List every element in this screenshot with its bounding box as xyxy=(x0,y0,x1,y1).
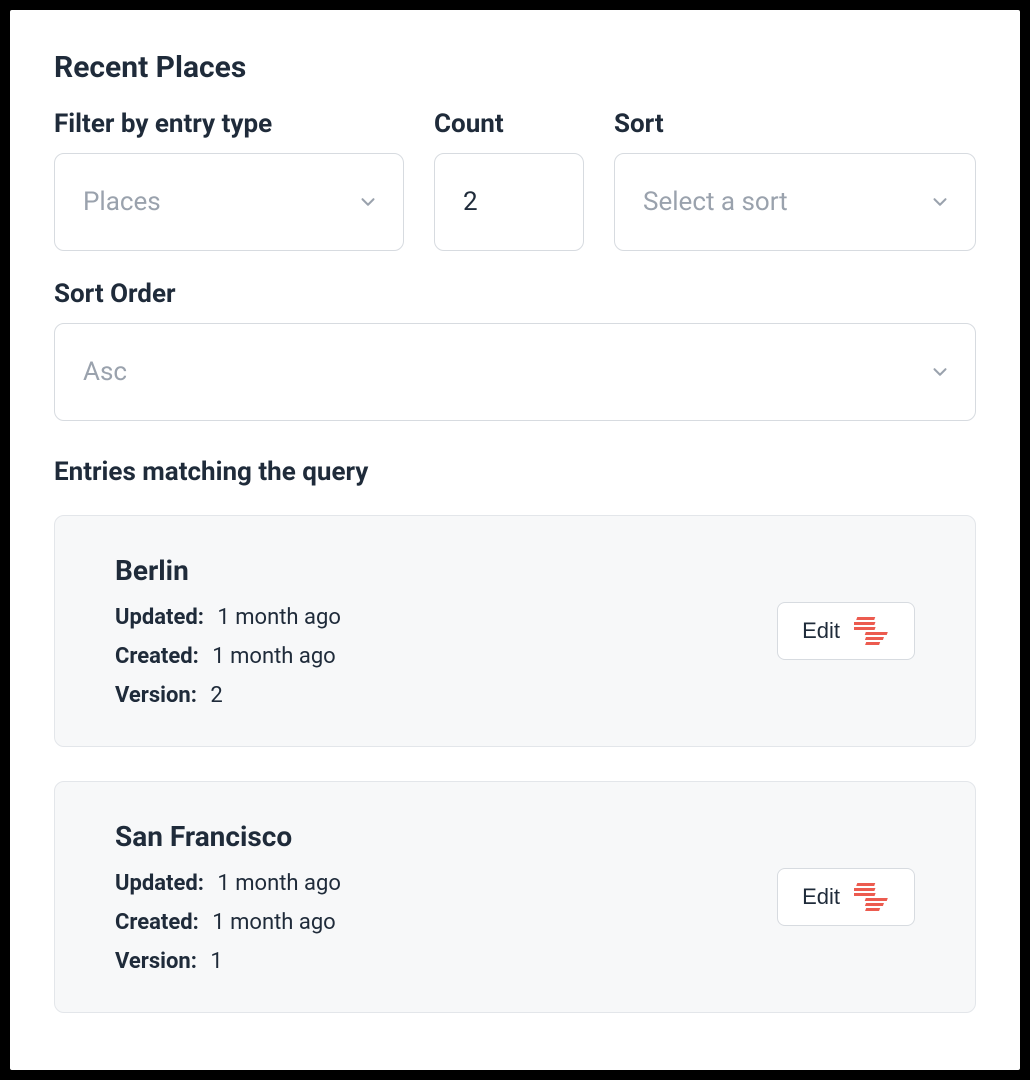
edit-label: Edit xyxy=(802,884,840,910)
sort-order-value: Asc xyxy=(83,357,127,387)
entry-updated: Updated: 1 month ago xyxy=(115,871,777,896)
version-value: 2 xyxy=(210,683,222,708)
entry-version: Version: 2 xyxy=(115,683,777,708)
created-label: Created: xyxy=(115,644,199,669)
sanity-logo-icon xyxy=(854,881,894,913)
updated-value: 1 month ago xyxy=(217,871,340,896)
version-value: 1 xyxy=(210,949,222,974)
page-title: Recent Places xyxy=(54,50,976,85)
filter-entry-type-label: Filter by entry type xyxy=(54,109,404,139)
updated-label: Updated: xyxy=(115,605,204,630)
entry-card: San Francisco Updated: 1 month ago Creat… xyxy=(54,781,976,1013)
updated-value: 1 month ago xyxy=(217,605,340,630)
sort-value: Select a sort xyxy=(643,187,788,217)
count-value: 2 xyxy=(463,187,478,217)
count-input[interactable]: 2 xyxy=(434,153,584,251)
entry-title: Berlin xyxy=(115,554,777,587)
entry-created: Created: 1 month ago xyxy=(115,910,777,935)
sort-order-select[interactable]: Asc xyxy=(54,323,976,421)
entry-type-select[interactable]: Places xyxy=(54,153,404,251)
entry-version: Version: 1 xyxy=(115,949,777,974)
filters-row: Filter by entry type Places Count 2 Sort… xyxy=(54,109,976,251)
entry-type-value: Places xyxy=(83,187,161,217)
entry-created: Created: 1 month ago xyxy=(115,644,777,669)
edit-label: Edit xyxy=(802,618,840,644)
created-value: 1 month ago xyxy=(212,910,335,935)
sort-select[interactable]: Select a sort xyxy=(614,153,976,251)
version-label: Version: xyxy=(115,683,197,708)
edit-button[interactable]: Edit xyxy=(777,868,915,926)
entry-info: Berlin Updated: 1 month ago Created: 1 m… xyxy=(115,554,777,708)
created-label: Created: xyxy=(115,910,199,935)
filter-sort-order: Sort Order Asc xyxy=(54,279,976,421)
chevron-down-icon xyxy=(357,191,379,213)
chevron-down-icon xyxy=(929,361,951,383)
filter-entry-type: Filter by entry type Places xyxy=(54,109,404,251)
created-value: 1 month ago xyxy=(212,644,335,669)
entry-title: San Francisco xyxy=(115,820,777,853)
filter-sort-order-label: Sort Order xyxy=(54,279,976,309)
updated-label: Updated: xyxy=(115,871,204,896)
entry-updated: Updated: 1 month ago xyxy=(115,605,777,630)
chevron-down-icon xyxy=(929,191,951,213)
filter-sort-label: Sort xyxy=(614,109,976,139)
version-label: Version: xyxy=(115,949,197,974)
entries-heading: Entries matching the query xyxy=(54,457,976,487)
page-frame: Recent Places Filter by entry type Place… xyxy=(10,10,1020,1070)
entry-card: Berlin Updated: 1 month ago Created: 1 m… xyxy=(54,515,976,747)
entry-info: San Francisco Updated: 1 month ago Creat… xyxy=(115,820,777,974)
edit-button[interactable]: Edit xyxy=(777,602,915,660)
filter-count-label: Count xyxy=(434,109,584,139)
filter-count: Count 2 xyxy=(434,109,584,251)
filter-sort: Sort Select a sort xyxy=(614,109,976,251)
sanity-logo-icon xyxy=(854,615,894,647)
